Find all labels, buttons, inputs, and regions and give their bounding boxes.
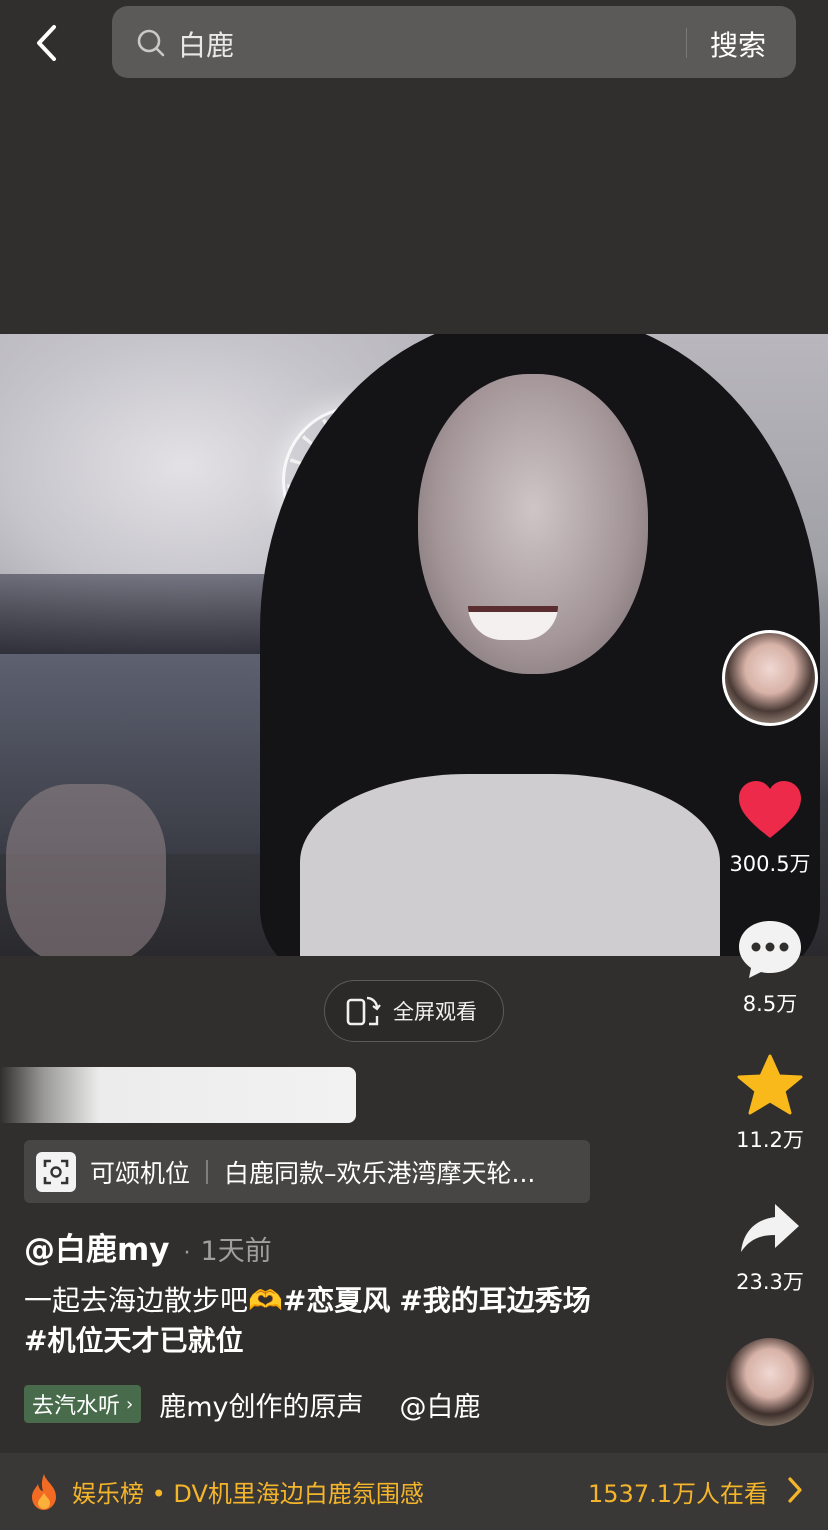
location-tag-label: 可颂机位	[90, 1158, 191, 1188]
like-button[interactable]: 300.5万	[720, 780, 820, 878]
music-user[interactable]: @白鹿	[400, 1385, 481, 1424]
fullscreen-icon	[346, 996, 381, 1026]
banner-viewers: 1537.1万人在看	[588, 1480, 768, 1508]
share-count: 23.3万	[736, 1270, 804, 1294]
chevron-right-icon	[788, 1477, 802, 1503]
share-button[interactable]: 23.3万	[720, 1200, 820, 1296]
comment-icon	[739, 921, 801, 978]
listen-button-label: 去汽水听	[32, 1394, 121, 1419]
caption-text: 一起去海边散步吧🫶	[24, 1284, 283, 1317]
separator-dot: ·	[183, 1241, 191, 1266]
search-icon	[137, 29, 165, 57]
banner-title: 娱乐榜 • DV机里海边白鹿氛围感	[72, 1480, 424, 1508]
favorite-button[interactable]: 11.2万	[720, 1054, 820, 1154]
hashtag[interactable]: #我的耳边秀场	[399, 1284, 590, 1317]
location-tag[interactable]: 可颂机位 白鹿同款–欢乐港湾摩天轮...	[24, 1140, 590, 1203]
fullscreen-button[interactable]: 全屏观看	[324, 980, 504, 1042]
trending-banner[interactable]: 娱乐榜 • DV机里海边白鹿氛围感 1537.1万人在看	[0, 1453, 828, 1530]
post-caption: 一起去海边散步吧🫶#恋夏风 #我的耳边秀场 #机位天才已就位	[24, 1281, 674, 1361]
heart-icon	[739, 781, 801, 838]
back-button[interactable]	[22, 18, 72, 68]
video-city-skyline	[0, 574, 300, 654]
video-person-hand	[6, 784, 166, 956]
fire-icon	[32, 1473, 56, 1510]
like-count: 300.5万	[729, 852, 811, 876]
music-track[interactable]: 鹿my创作的原声	[159, 1385, 363, 1424]
video-player[interactable]	[0, 334, 828, 956]
search-input[interactable]: 白鹿 搜索	[112, 6, 796, 78]
hashtag[interactable]: #机位天才已就位	[24, 1324, 243, 1357]
search-divider	[686, 28, 687, 58]
music-avatar[interactable]	[726, 1338, 814, 1426]
search-query: 白鹿	[178, 29, 235, 62]
author-line: @白鹿my · 1天前	[24, 1224, 272, 1269]
location-tag-divider	[206, 1159, 209, 1184]
comment-count: 8.5万	[742, 992, 798, 1016]
author-name[interactable]: @白鹿my	[24, 1224, 170, 1269]
back-arrow-icon	[37, 25, 56, 61]
listen-on-qishui-button[interactable]: 去汽水听 ›	[24, 1385, 142, 1423]
location-tag-description: 白鹿同款–欢乐港湾摩天轮...	[224, 1158, 536, 1188]
star-icon	[737, 1054, 803, 1115]
blurred-banner	[0, 1067, 356, 1123]
fullscreen-label: 全屏观看	[393, 1000, 477, 1024]
hashtag[interactable]: #恋夏风	[283, 1284, 390, 1317]
comment-button[interactable]: 8.5万	[720, 918, 820, 1018]
author-avatar[interactable]	[722, 630, 818, 726]
search-button[interactable]: 搜索	[710, 24, 766, 64]
chevron-right-icon: ›	[126, 1393, 134, 1415]
music-row: 去汽水听 › 鹿my创作的原声 @白鹿	[24, 1384, 494, 1424]
scan-icon	[36, 1151, 76, 1192]
favorite-count: 11.2万	[736, 1128, 804, 1152]
share-icon	[741, 1204, 799, 1252]
top-bar: 白鹿 搜索	[0, 0, 828, 90]
post-time: 1天前	[200, 1236, 272, 1267]
video-person-shirt	[300, 774, 720, 956]
